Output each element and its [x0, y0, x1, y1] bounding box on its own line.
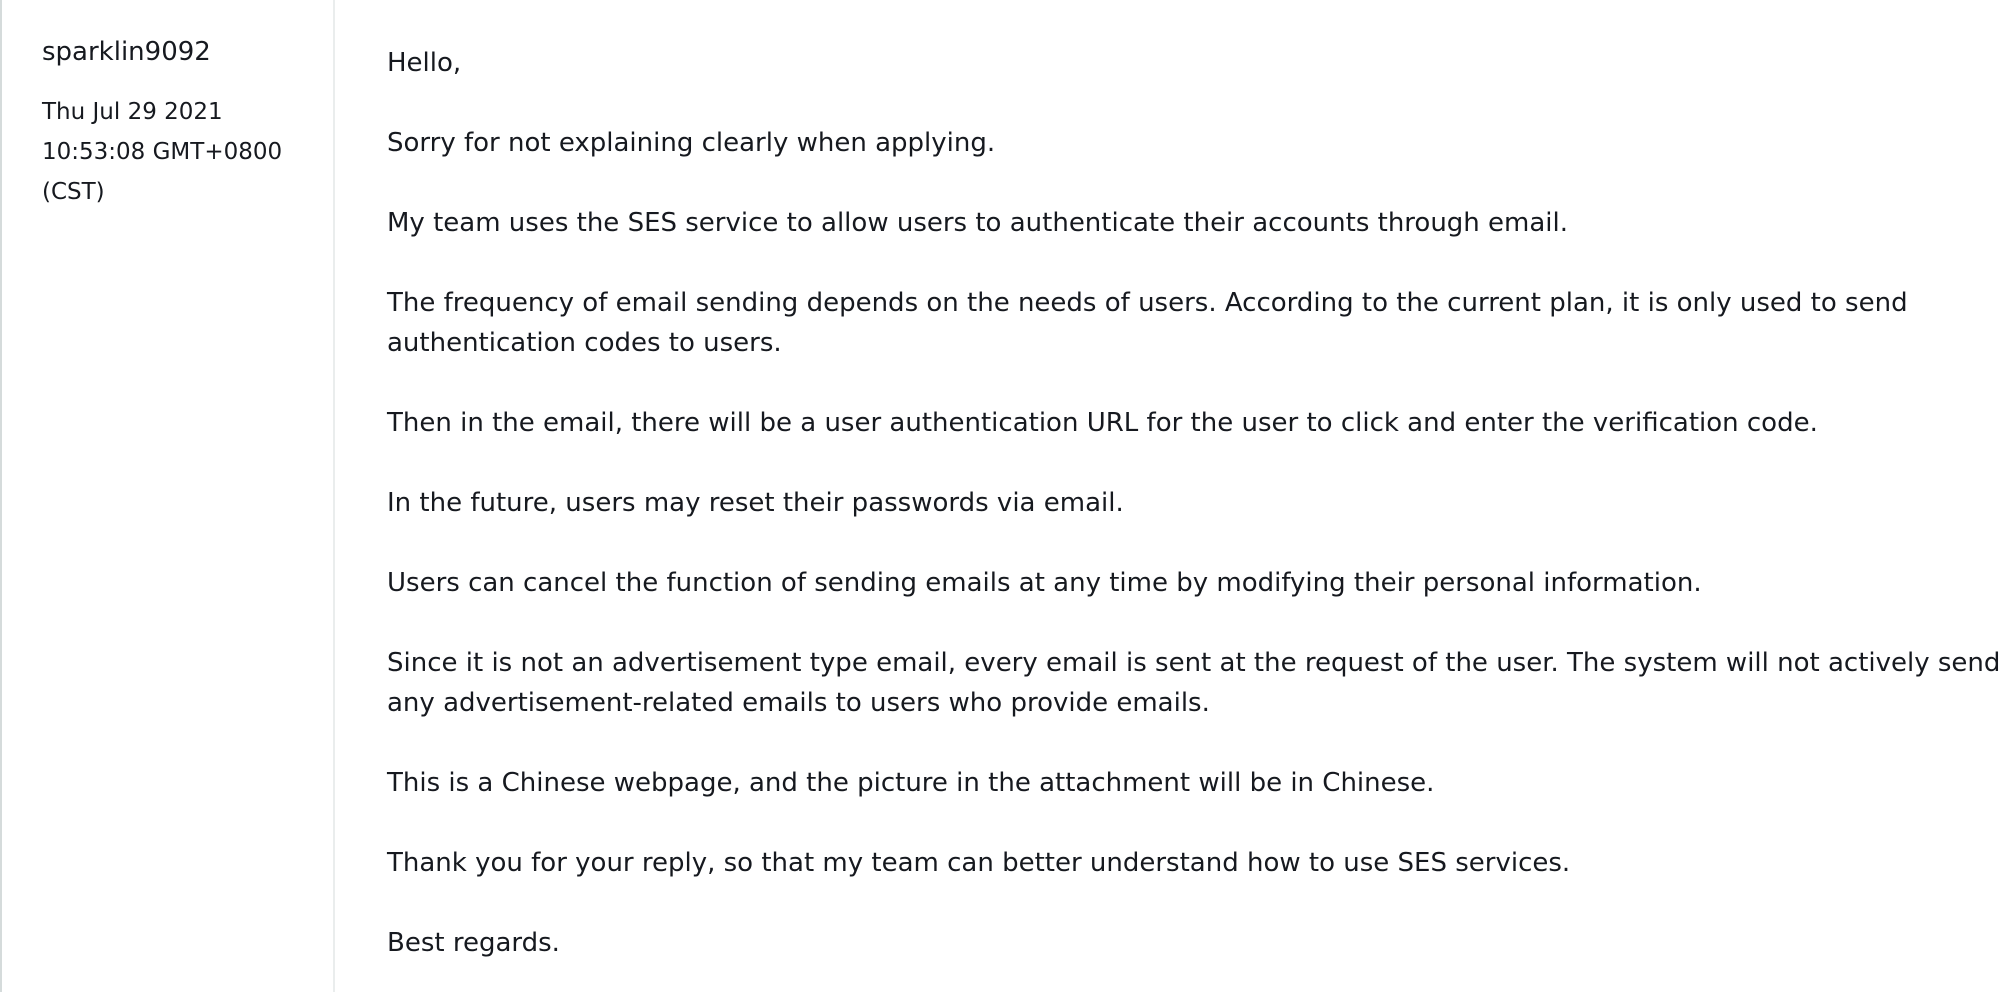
body-paragraph: The frequency of email sending depends o… — [387, 288, 1908, 318]
timestamp-zone: (CST) — [42, 179, 105, 205]
body-paragraph: Users can cancel the function of sending… — [387, 568, 1702, 598]
message-meta-column: sparklin9092 Thu Jul 29 2021 10:53:08 GM… — [2, 0, 335, 992]
body-paragraph: any advertisement-related emails to user… — [387, 688, 1210, 718]
body-paragraph: Best regards. — [387, 928, 560, 958]
timestamp-time: 10:53:08 GMT+0800 — [42, 139, 283, 165]
body-paragraph: In the future, users may reset their pas… — [387, 488, 1124, 518]
body-paragraph: This is a Chinese webpage, and the pictu… — [387, 768, 1435, 798]
correspondence-message: sparklin9092 Thu Jul 29 2021 10:53:08 GM… — [0, 0, 2004, 992]
body-paragraph: My team uses the SES service to allow us… — [387, 208, 1569, 238]
body-paragraph: Hello, — [387, 48, 462, 78]
timestamp-date: Thu Jul 29 2021 — [42, 99, 223, 125]
body-paragraph: authentication codes to users. — [387, 328, 782, 358]
body-paragraph: Since it is not an advertisement type em… — [387, 648, 2001, 678]
message-timestamp: Thu Jul 29 2021 10:53:08 GMT+0800 (CST) — [42, 92, 302, 212]
body-paragraph: Sorry for not explaining clearly when ap… — [387, 128, 996, 158]
body-paragraph: Thank you for your reply, so that my tea… — [387, 848, 1571, 878]
author-name: sparklin9092 — [42, 37, 211, 67]
body-paragraph: Then in the email, there will be a user … — [387, 408, 1818, 438]
